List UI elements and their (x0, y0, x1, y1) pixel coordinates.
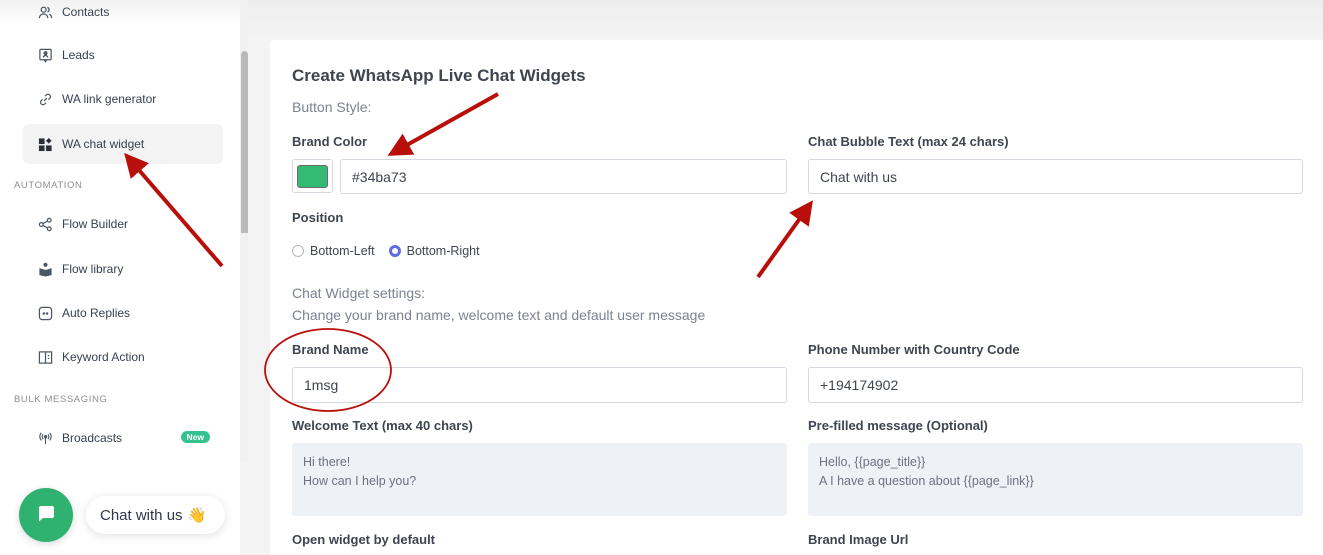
chat-bubble-preview[interactable]: Chat with us 👋 (86, 496, 225, 534)
brand-image-url-label: Brand Image Url (808, 532, 909, 547)
radio-bottom-right[interactable] (388, 245, 401, 257)
position-radio-group: Bottom-Left Bottom-Right (292, 244, 494, 258)
users-icon (37, 4, 53, 20)
link-icon (37, 91, 53, 107)
chat-message-icon (36, 503, 56, 528)
position-option-bottom-left[interactable]: Bottom-Left (292, 244, 375, 258)
sidebar-item-label: Leads (62, 48, 95, 62)
sidebar-item-label: Flow library (62, 262, 124, 276)
welcome-text-textarea[interactable]: Hi there! How can I help you? (292, 443, 787, 516)
chat-widget-button[interactable] (19, 488, 73, 542)
prefilled-message-textarea[interactable]: Hello, {{page_title}} A I have a questio… (808, 443, 1303, 516)
waving-hand-icon: 👋 (187, 507, 207, 524)
chat-bubble-text-label: Chat Bubble Text (max 24 chars) (808, 134, 1009, 149)
position-option-bottom-right[interactable]: Bottom-Right (388, 244, 480, 258)
brand-name-input[interactable]: 1msg (292, 367, 787, 403)
radio-label: Bottom-Left (310, 244, 375, 258)
chat-bubble-text-input[interactable]: Chat with us (808, 159, 1303, 194)
top-bar (248, 0, 1323, 40)
sidebar-item-flow-library[interactable]: Flow library (23, 249, 223, 289)
brand-color-swatch (297, 164, 328, 188)
sidebar-item-label: Keyword Action (62, 350, 145, 364)
brand-color-picker[interactable] (292, 159, 333, 193)
phone-number-label: Phone Number with Country Code (808, 342, 1020, 357)
sidebar-item-label: Broadcasts (62, 431, 123, 445)
brand-color-input[interactable]: #34ba73 (340, 159, 787, 194)
radio-bottom-left[interactable] (292, 245, 304, 257)
sidebar-item-contacts[interactable]: Contacts (23, 0, 223, 32)
widget-settings-description: Change your brand name, welcome text and… (292, 307, 706, 323)
widget-settings-heading: Chat Widget settings: (292, 285, 426, 301)
share-nodes-icon (37, 216, 53, 232)
sidebar-item-keyword-action[interactable]: Keyword Action (23, 337, 223, 377)
sidebar-item-label: WA chat widget (62, 137, 145, 151)
welcome-text-label: Welcome Text (max 40 chars) (292, 418, 473, 433)
sidebar-item-wa-chat-widget[interactable]: WA chat widget (23, 124, 223, 164)
section-automation: AUTOMATION (14, 180, 83, 191)
chat-bubble-text: Chat with us (100, 506, 183, 524)
sidebar-item-label: WA link generator (62, 92, 157, 106)
phone-number-input[interactable]: +194174902 (808, 367, 1303, 403)
radio-label: Bottom-Right (406, 244, 480, 258)
position-label: Position (292, 210, 344, 225)
open-widget-default-label: Open widget by default (292, 532, 436, 547)
lead-card-icon (37, 47, 53, 63)
brand-name-label: Brand Name (292, 342, 369, 357)
prefilled-message-label: Pre-filled message (Optional) (808, 418, 988, 433)
widgets-icon (37, 136, 53, 152)
sidebar-item-leads[interactable]: Leads (23, 35, 223, 75)
sidebar-item-label: Auto Replies (62, 306, 131, 320)
section-bulk-messaging: BULK MESSAGING (14, 394, 108, 405)
panel-list-icon (37, 349, 53, 365)
sidebar-item-auto-replies[interactable]: Auto Replies (23, 293, 223, 333)
sidebar-item-wa-link-generator[interactable]: WA link generator (23, 79, 223, 119)
button-style-label: Button Style: (292, 99, 372, 115)
page-title: Create WhatsApp Live Chat Widgets (292, 66, 586, 85)
book-reader-icon (37, 261, 53, 277)
sidebar-item-label: Flow Builder (62, 217, 129, 231)
new-badge: New (180, 431, 210, 443)
sidebar-item-broadcasts[interactable]: Broadcasts New (23, 418, 223, 458)
chat-dots-icon (37, 305, 53, 321)
broadcast-icon (37, 430, 53, 446)
sidebar-item-label: Contacts (62, 5, 110, 19)
sidebar-scrollbar-thumb[interactable] (241, 51, 248, 233)
brand-color-label: Brand Color (292, 134, 368, 149)
sidebar-item-flow-builder[interactable]: Flow Builder (23, 204, 223, 244)
